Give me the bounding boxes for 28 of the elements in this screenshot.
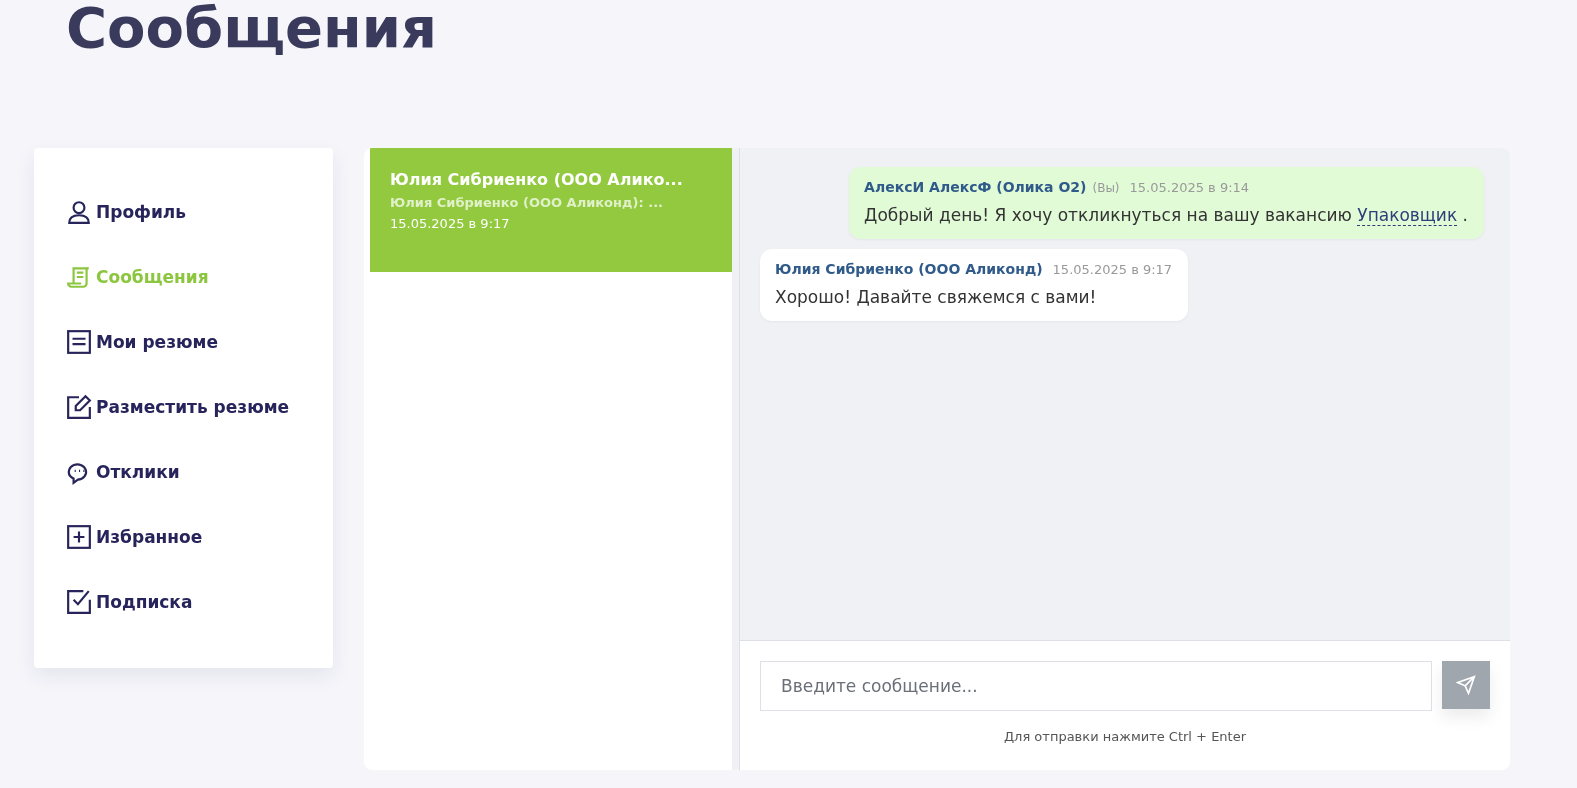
document-icon xyxy=(66,329,92,355)
sidebar-item[interactable]: Отклики xyxy=(66,458,333,486)
checkbox-icon xyxy=(66,589,92,615)
sidebar-item[interactable]: Избранное xyxy=(66,523,333,551)
message-time: 15.05.2025 в 9:17 xyxy=(1052,262,1173,277)
message-input[interactable]: Введите сообщение... xyxy=(760,661,1432,711)
you-label: (Вы) xyxy=(1092,181,1120,195)
edit-icon xyxy=(66,394,92,420)
sidebar-item[interactable]: Разместить резюме xyxy=(66,393,333,421)
message-author: АлексИ АлексФ (Олика О2) xyxy=(864,179,1087,195)
conversation-time: 15.05.2025 в 9:17 xyxy=(390,216,511,231)
send-button[interactable] xyxy=(1442,661,1490,709)
page-title: Сообщения xyxy=(66,0,438,62)
sidebar-item[interactable]: Подписка xyxy=(66,588,333,616)
send-hint: Для отправки нажмите Ctrl + Enter xyxy=(1003,729,1247,744)
plus-icon xyxy=(66,524,92,550)
conversation-preview: Юлия Сибриенко (ООО Аликонд): ... xyxy=(390,195,664,210)
sidebar-item[interactable]: Профиль xyxy=(66,198,333,226)
vacancy-link[interactable]: Упаковщик xyxy=(1357,205,1458,226)
send-icon xyxy=(1456,675,1476,695)
scroll-icon xyxy=(66,264,92,290)
message-time: 15.05.2025 в 9:14 xyxy=(1129,180,1250,195)
conversation-title: Юлия Сибриенко (ООО Алико... xyxy=(390,170,684,189)
sidebar-item[interactable]: Мои резюме xyxy=(66,328,333,356)
user-icon xyxy=(66,199,92,225)
message-text: Добрый день! Я хочу откликнуться на вашу вакансию Упаковщик . xyxy=(864,205,1468,225)
message-text: Хорошо! Давайте свяжемся с вами! xyxy=(775,287,1098,307)
message-author: Юлия Сибриенко (ООО Аликонд) xyxy=(775,261,1043,277)
